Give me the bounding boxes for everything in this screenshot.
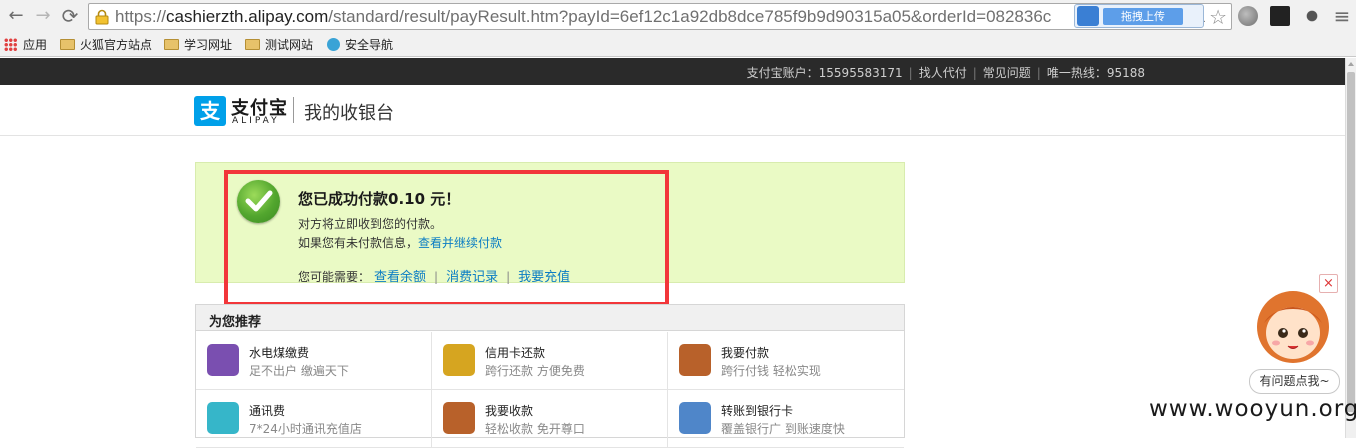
service-pay[interactable]: 我要付款 跨行付钱 轻松实现 (668, 332, 904, 390)
top-link[interactable]: 常见问题 (983, 66, 1031, 80)
apps-grid-icon (4, 38, 17, 51)
url-text: https://cashierzth.alipay.com/standard/r… (115, 7, 1052, 26)
hotline-label: 唯一热线：95188 (1046, 66, 1145, 80)
browser-toolbar: ← → ⟳ https://cashierzth.alipay.com/stan… (0, 0, 1356, 33)
bookmark-star-icon[interactable]: ☆ (1209, 5, 1227, 29)
mobile-icon (207, 402, 239, 434)
service-subtitle: 轻松收款 免开尊口 (485, 422, 585, 436)
service-subtitle: 跨行付钱 轻松实现 (721, 364, 821, 378)
service-title: 通讯费 (249, 404, 286, 418)
folder-icon (60, 39, 75, 50)
bookmark-item[interactable]: 安全导航 (327, 36, 393, 54)
service-subtitle: 足不出户 缴遍天下 (249, 364, 349, 378)
utility-icon (207, 344, 239, 376)
account-label: 支付宝账户：15595583171 (746, 66, 903, 80)
top-nav-links: 支付宝账户：15595583171 | 找人代付 | 常见问题 | 唯一热线：95188 (746, 66, 1145, 80)
service-utility[interactable]: 水电煤缴费 足不出户 缴遍天下 (196, 332, 432, 390)
folder-icon (245, 39, 260, 50)
upload-label: 拖拽上传 (1103, 8, 1183, 25)
globe-extension-icon[interactable] (1238, 6, 1258, 26)
page-title: 我的收银台 (304, 103, 394, 124)
service-subtitle: 覆盖银行广 到账速度快 (721, 422, 845, 436)
alipay-logo-icon[interactable]: 支 (194, 96, 226, 126)
cashier-header: 支 支付宝 ALIPAY 我的收银台 (0, 85, 1345, 136)
service-subtitle: 跨行还款 方便免费 (485, 364, 585, 378)
scroll-thumb[interactable] (1347, 72, 1355, 412)
service-mobile[interactable]: 通讯费 7*24小时通讯充值店 (196, 390, 432, 448)
bug-extension-icon[interactable] (1302, 6, 1322, 26)
credit-card-icon (443, 344, 475, 376)
forward-icon[interactable]: → (31, 4, 55, 28)
pay-icon (679, 344, 711, 376)
helper-mascot-icon[interactable] (1254, 283, 1332, 365)
folder-icon (164, 39, 179, 50)
menu-icon[interactable]: ≡ (1330, 4, 1354, 28)
bookmark-item[interactable]: 火狐官方站点 (60, 36, 152, 54)
bank-card-icon (679, 402, 711, 434)
lock-icon (95, 9, 109, 25)
watermark-text: www.wooyun.org (1149, 396, 1356, 422)
top-link[interactable]: 找人代付 (919, 66, 967, 80)
globe-icon (327, 38, 340, 51)
reload-icon[interactable]: ⟳ (58, 4, 82, 28)
upload-extension-icon (1077, 6, 1099, 26)
drag-upload-button[interactable]: 拖拽上传 (1074, 4, 1204, 28)
service-title: 我要收款 (485, 404, 534, 418)
address-bar[interactable]: https://cashierzth.alipay.com/standard/r… (88, 3, 1232, 30)
site-top-nav: 支付宝账户：15595583171 | 找人代付 | 常见问题 | 唯一热线：95188 (0, 58, 1345, 85)
highlight-annotation-box (224, 170, 669, 306)
service-title: 我要付款 (721, 346, 770, 360)
service-receive[interactable]: 我要收款 轻松收款 免开尊口 (432, 390, 668, 448)
back-icon[interactable]: ← (4, 4, 28, 28)
mask-extension-icon[interactable] (1270, 6, 1290, 26)
service-title: 水电煤缴费 (249, 346, 310, 360)
bookmark-item[interactable]: 学习网址 (164, 36, 232, 54)
service-bank-transfer[interactable]: 转账到银行卡 覆盖银行广 到账速度快 (668, 390, 904, 448)
recommend-title: 为您推荐 (209, 315, 262, 330)
bookmark-apps[interactable]: 应用 (4, 36, 47, 54)
logo-subtext: ALIPAY (232, 116, 280, 126)
service-credit-card[interactable]: 信用卡还款 跨行还款 方便免费 (432, 332, 668, 390)
scroll-up-icon[interactable] (1348, 62, 1354, 66)
service-title: 信用卡还款 (485, 346, 546, 360)
recommend-header: 为您推荐 (196, 305, 904, 331)
recommend-panel: 为您推荐 水电煤缴费 足不出户 缴遍天下 信用卡还款 跨行还款 方便免费 我要付… (195, 304, 905, 448)
divider (293, 97, 294, 123)
service-title: 转账到银行卡 (721, 404, 794, 418)
service-subtitle: 7*24小时通讯充值店 (249, 422, 362, 436)
bookmarks-bar: 应用 火狐官方站点 学习网址 测试网站 安全导航 (0, 33, 1356, 57)
receive-icon (443, 402, 475, 434)
help-bubble[interactable]: 有问题点我~ (1249, 369, 1340, 394)
bookmark-item[interactable]: 测试网站 (245, 36, 313, 54)
page-scrollbar[interactable] (1345, 58, 1356, 438)
